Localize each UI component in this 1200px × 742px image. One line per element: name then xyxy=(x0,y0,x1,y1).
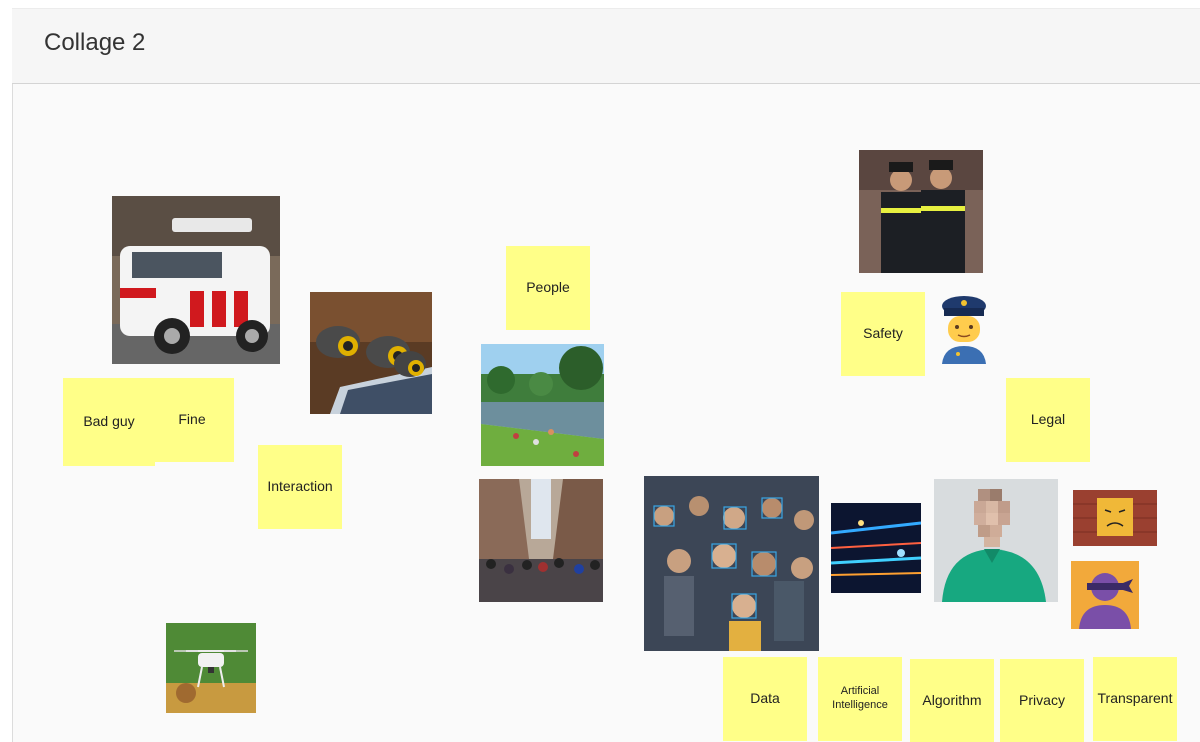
sticky-note-fine[interactable]: Fine xyxy=(150,378,234,462)
board-header: Collage 2 xyxy=(12,8,1200,84)
sticky-note-data[interactable]: Data xyxy=(723,657,807,741)
blindfolded-person-icon[interactable] xyxy=(1071,561,1139,629)
sticky-note-people[interactable]: People xyxy=(506,246,590,330)
board-title: Collage 2 xyxy=(44,29,146,56)
sticky-note-artificial-intelligence[interactable]: Artificial Intelligence xyxy=(818,657,902,741)
sticky-note-transparent[interactable]: Transparent xyxy=(1093,657,1177,741)
sticky-note-safety[interactable]: Safety xyxy=(841,292,925,376)
light-trails-photo[interactable] xyxy=(831,503,921,593)
face-recognition-crowd-photo[interactable] xyxy=(644,476,819,651)
sticky-note-legal[interactable]: Legal xyxy=(1006,378,1090,462)
angry-sticky-note-photo[interactable] xyxy=(1073,490,1157,546)
sticky-note-interaction[interactable]: Interaction xyxy=(258,445,342,529)
sticky-note-bad-guy[interactable]: Bad guy xyxy=(63,378,155,466)
drone-photo[interactable] xyxy=(166,623,256,713)
sticky-note-privacy[interactable]: Privacy xyxy=(1000,659,1084,742)
security-cameras-photo[interactable] xyxy=(310,292,432,414)
police-officers-photo[interactable] xyxy=(859,150,983,273)
park-pond-photo[interactable] xyxy=(481,344,604,466)
pixelated-face-photo[interactable] xyxy=(934,479,1058,602)
police-car-photo[interactable] xyxy=(112,196,280,364)
crowded-street-photo[interactable] xyxy=(479,479,603,602)
sticky-note-algorithm[interactable]: Algorithm xyxy=(910,659,994,742)
police-officer-emoji[interactable] xyxy=(938,294,990,364)
